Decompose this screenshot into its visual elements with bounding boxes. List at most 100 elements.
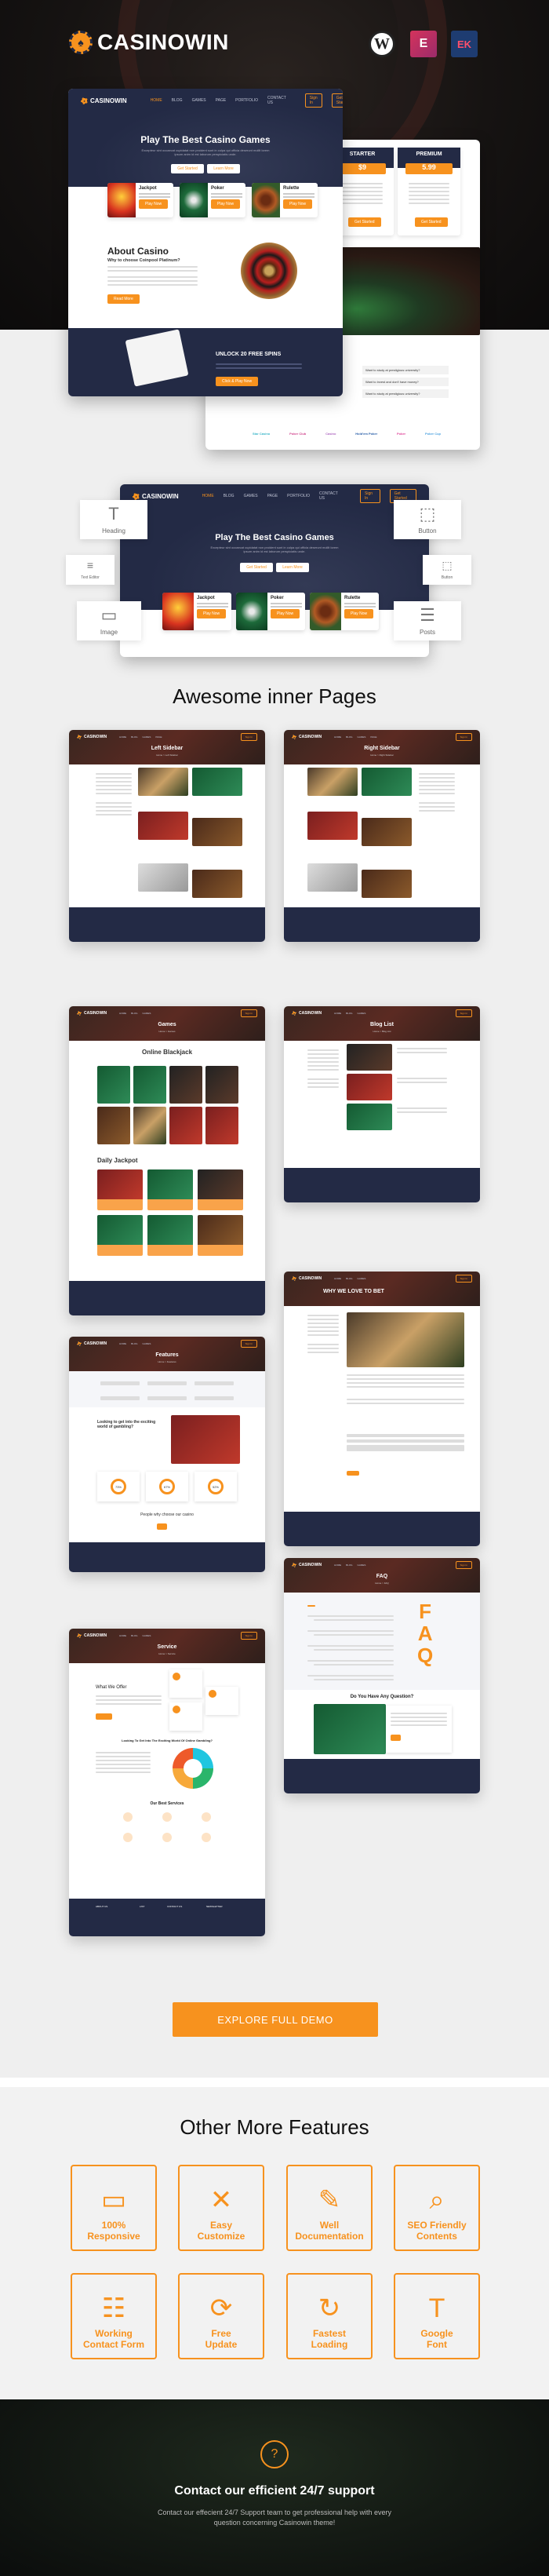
feature-label: Free [211, 2328, 231, 2339]
widget-posts[interactable]: ☰ Posts [394, 601, 461, 640]
feature-card: ▭ 100% Responsive [71, 2165, 157, 2251]
posts-icon: ☰ [420, 604, 435, 625]
game-tiles: Jackpot Play Now Poker Play Now Rulette Pla… [107, 183, 318, 217]
home-preview-main: CASINOWIN HOME BLOG GAMES PAGE PORTFOLIO… [68, 89, 343, 396]
update-icon: ⟳ [209, 2293, 233, 2323]
partner-logo: Poker Cup [424, 432, 441, 436]
inner-page-left-sidebar[interactable]: CASINOWINHOMEBLOGGAMESPAGESign In Left S… [69, 730, 265, 942]
feature-card: ✎ Well Documentation [286, 2165, 373, 2251]
casino-chip-icon [69, 31, 93, 54]
widget-image[interactable]: ▭ Image [77, 601, 141, 640]
partner-logo: Casino [325, 432, 336, 436]
feature-card: ↻ Fastest Loading [286, 2273, 373, 2359]
button-icon: ⬚ [419, 503, 436, 524]
faq-item[interactable]: Want to study at prestigious university? [362, 366, 449, 374]
feature-label: Loading [311, 2339, 348, 2350]
game-tile-jackpot[interactable]: Jackpot Play Now [162, 593, 231, 630]
signin-button[interactable]: Sign In [304, 93, 322, 108]
faq-list: Want to study at prestigious university?… [362, 366, 449, 398]
game-tile-jackpot[interactable]: Jackpot Play Now [107, 183, 173, 217]
about-section: About Casino Why to choose Coinpool Plat… [107, 246, 198, 304]
partner-logo: Poker [397, 432, 406, 436]
partner-logo: Star Casino [253, 432, 271, 436]
widget-button-small[interactable]: ⬚ Button [423, 555, 471, 585]
playing-cards-image [125, 329, 189, 387]
feature-label: Documentation [295, 2231, 364, 2242]
inner-pages-heading: Awesome inner Pages [173, 684, 376, 708]
feature-card: ☷ Working Contact Form [71, 2273, 157, 2359]
game-tile-roulette[interactable]: Rulette Play Now [252, 183, 318, 217]
nav-page[interactable]: PAGE [216, 98, 227, 103]
wordpress-icon: W [369, 31, 395, 57]
feature-label: Contact Form [83, 2339, 144, 2350]
feature-label: Working [95, 2328, 133, 2339]
inner-page-blog-single[interactable]: CASINOWINHOMEBLOGGAMESSign In WHY WE LOV… [284, 1272, 480, 1546]
inner-page-blog-list[interactable]: CASINOWINHOMEBLOGGAMESSign In Blog ListH… [284, 1006, 480, 1202]
nav-portfolio[interactable]: PORTFOLIO [235, 98, 258, 103]
partner-logo: Poker Club [289, 432, 307, 436]
nav-home[interactable]: HOME [151, 98, 162, 103]
feature-label: Well [319, 2220, 340, 2231]
pricing-starter-button[interactable]: Get Started [348, 217, 381, 227]
headset-icon: ? [260, 2440, 289, 2468]
inner-page-faq[interactable]: CASINOWINHOMEBLOGGAMESSign In FAQHome > … [284, 1558, 480, 1793]
widget-text-editor[interactable]: ≡ Text Editor [66, 555, 115, 585]
game-tile-poker[interactable]: Poker Play Now [236, 593, 305, 630]
game-tile-roulette[interactable]: Rulette Play Now [310, 593, 379, 630]
features-heading: Other More Features [180, 2115, 369, 2139]
feature-label: Contents [416, 2231, 457, 2242]
elementskit-icon: EK [451, 31, 478, 57]
inner-page-games[interactable]: CASINOWINHOMEBLOGGAMESSign In GamesHome … [69, 1006, 265, 1315]
faq-item[interactable]: Want to invest and don't have money? [362, 378, 449, 386]
font-icon: T [428, 2293, 445, 2323]
feature-label: Easy [209, 2220, 233, 2231]
game-tile-poker[interactable]: Poker Play Now [180, 183, 245, 217]
widget-button[interactable]: ⬚ Button [394, 500, 461, 539]
hero-text: Excepteur sint occaecat cupidatat non pr… [141, 148, 270, 156]
devices-icon: ▭ [100, 2185, 127, 2215]
button-icon: ⬚ [442, 559, 453, 571]
feature-label: Font [427, 2339, 447, 2350]
hero-learn-more[interactable]: Learn More [207, 164, 240, 173]
feature-label: Responsive [87, 2231, 140, 2242]
contact-form-icon: ☷ [101, 2293, 126, 2323]
hero-title: Play The Best Casino Games [140, 134, 271, 145]
feature-card: ⌕ SEO Friendly Contents [394, 2165, 480, 2251]
widget-heading[interactable]: T Heading [80, 500, 147, 539]
elementor-icon: E [410, 31, 437, 57]
partner-logo: Hold'em Poker [355, 432, 378, 436]
read-more-button[interactable]: Read More [107, 294, 140, 304]
inner-page-features[interactable]: CASINOWINHOMEBLOGGAMESSign In FeaturesHo… [69, 1337, 265, 1572]
loading-icon: ↻ [318, 2293, 341, 2323]
support-section: ? Contact our efficient 24/7 support Con… [0, 2399, 549, 2576]
document-edit-icon: ✎ [318, 2185, 341, 2215]
partner-logos: Star Casino Poker Club Casino Hold'em Po… [253, 432, 441, 436]
mock-nav: CASINOWIN HOME BLOG GAMES PAGE PORTFOLIO… [68, 89, 343, 112]
heading-icon: T [108, 503, 119, 524]
donut-chart [173, 1748, 213, 1789]
pricing-premium-button[interactable]: Get Started [415, 217, 448, 227]
hero-get-started[interactable]: Get Started [171, 164, 204, 173]
get-started-button[interactable]: Get Started [331, 93, 343, 108]
roulette-wheel-image [241, 243, 297, 299]
inner-page-right-sidebar[interactable]: CASINOWINHOMEBLOGGAMESPAGESign In Right … [284, 730, 480, 942]
feature-label: Google [420, 2328, 453, 2339]
nav-games[interactable]: GAMES [192, 98, 206, 103]
feature-label: SEO Friendly [407, 2220, 467, 2231]
nav-contact[interactable]: CONTACT US [267, 96, 286, 105]
image-icon: ▭ [100, 604, 118, 625]
casinowin-logo: CASINOWIN [69, 30, 229, 55]
free-spins-banner: UNLOCK 20 FREE SPINS Click & Play Now [68, 328, 343, 396]
feature-card: ✕ Easy Customize [178, 2165, 264, 2251]
pricing-card-premium: PREMIUM 5.99 Get Started [398, 148, 460, 235]
feature-card: T Google Font [394, 2273, 480, 2359]
tools-icon: ✕ [209, 2185, 233, 2215]
inner-page-service[interactable]: CASINOWINHOMEBLOGGAMESSign In ServiceHom… [69, 1629, 265, 1936]
mock-hero: CASINOWIN HOME BLOG GAMES PAGE PORTFOLIO… [68, 89, 343, 187]
nav-blog[interactable]: BLOG [172, 98, 183, 103]
play-now-button[interactable]: Click & Play Now [216, 377, 259, 386]
faq-item[interactable]: Want to study at prestigious university? [362, 389, 449, 398]
feature-label: 100% [101, 2220, 126, 2231]
support-text: Contact our effecient 24/7 Support team … [157, 2508, 391, 2527]
explore-full-demo-button[interactable]: EXPLORE FULL DEMO [173, 2002, 378, 2037]
